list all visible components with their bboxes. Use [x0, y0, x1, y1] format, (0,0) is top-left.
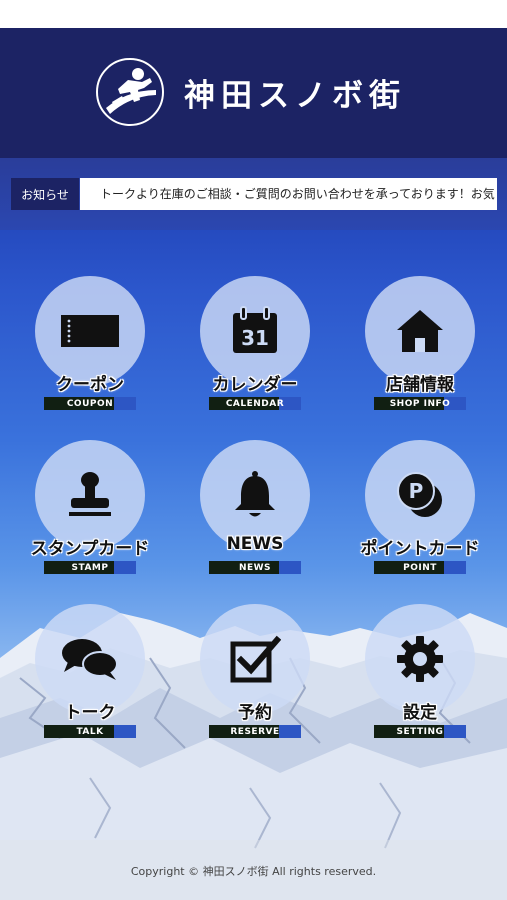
menu-sub-label: CALENDAR [209, 397, 301, 410]
menu-news[interactable]: NEWS NEWS [180, 440, 330, 580]
menu-sub-label: RESERVE [209, 725, 301, 738]
menu-label: NEWS [226, 534, 284, 554]
menu-coupon[interactable]: クーポン COUPON [15, 276, 165, 416]
notice-text: トークより在庫のご相談・ご質問のお問い合わせを承っております！お気 [100, 187, 495, 201]
app-title: 神田スノボ街 [184, 77, 406, 114]
status-bar [0, 0, 507, 28]
point-letter: P [409, 479, 424, 503]
notice-label: お知らせ [11, 178, 79, 210]
app-header: 神田スノボ街 [0, 28, 507, 158]
menu-sub-label: POINT [374, 561, 466, 574]
menu-reserve[interactable]: 予約 RESERVE [180, 604, 330, 744]
menu-shop-info[interactable]: 店舗情報 SHOP INFO [345, 276, 495, 416]
menu-label: 設定 [403, 703, 437, 723]
menu-label: 予約 [238, 703, 272, 723]
snowboarder-icon [96, 58, 164, 126]
menu-sub-label: SHOP INFO [374, 397, 466, 410]
app-logo[interactable]: 神田スノボ街 [96, 58, 406, 126]
menu-sub-label: STAMP [44, 561, 136, 574]
menu-sub-label: NEWS [209, 561, 301, 574]
copyright-text: Copyright © 神田スノボ街 All rights reserved. [130, 865, 377, 878]
menu-label: ポイントカード [360, 539, 480, 559]
menu-sub-label: TALK [44, 725, 136, 738]
menu-label: スタンプカード [30, 539, 150, 559]
footer: Copyright © 神田スノボ街 All rights reserved. [0, 840, 507, 900]
menu-calendar[interactable]: 31 カレンダー CALENDAR [180, 276, 330, 416]
menu-talk[interactable]: トーク TALK [15, 604, 165, 744]
notice-ticker[interactable]: トークより在庫のご相談・ご質問のお問い合わせを承っております！お気 [80, 178, 497, 210]
menu-stamp[interactable]: スタンプカード STAMP [15, 440, 165, 580]
menu-label: 店舗情報 [386, 375, 454, 395]
menu-setting[interactable]: 設定 SETTING [345, 604, 495, 744]
calendar-day: 31 [241, 326, 269, 350]
menu-sub-label: COUPON [44, 397, 136, 410]
menu-label: クーポン [56, 375, 124, 395]
menu-label: トーク [64, 703, 116, 723]
menu-point-card[interactable]: P ポイントカード POINT [345, 440, 495, 580]
menu-sub-label: SETTING [374, 725, 466, 738]
menu-label: カレンダー [212, 375, 298, 395]
